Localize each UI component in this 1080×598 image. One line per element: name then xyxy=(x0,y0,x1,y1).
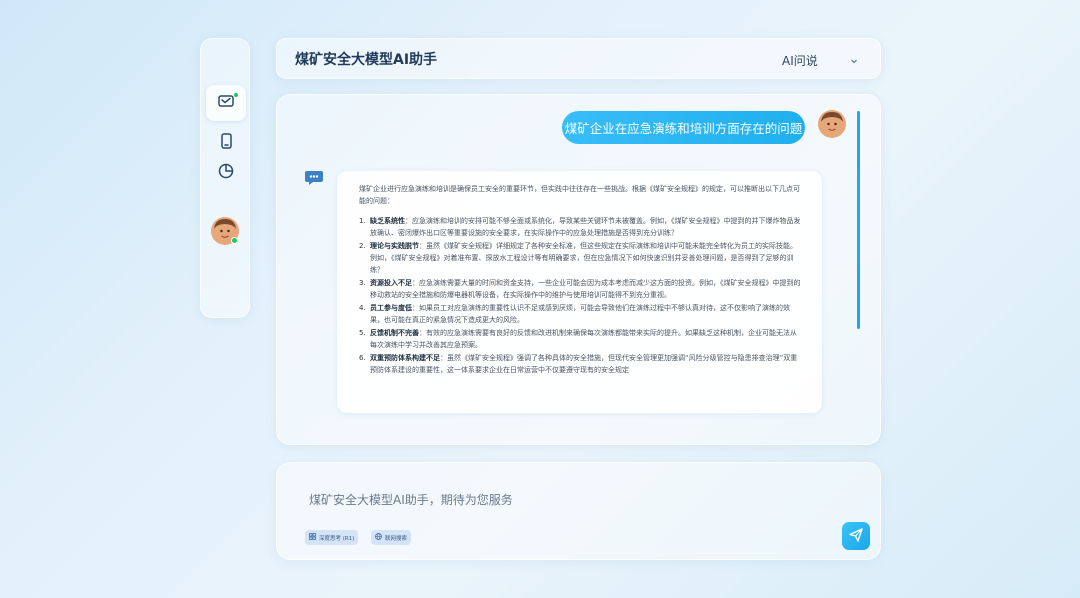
user-message-avatar xyxy=(818,110,846,138)
answer-item: 6. 双重预防体系构建不足：虽然《煤矿安全规程》强调了各种具体的安全措施，但现代安… xyxy=(359,354,798,374)
answer-item: 3. 资源投入不足：应急演练需要大量的时间和资金支持，一些企业可能会因为成本考虑而… xyxy=(359,279,801,299)
answer-item: 1. 缺乏系统性：应急演练和培训的安排可能不够全面或系统化，导致某些关键环节未被覆… xyxy=(359,217,801,237)
assistant-answer-card: 煤矿企业进行应急演练和培训是确保员工安全的重要环节，但实践中往往存在一些挑战。根… xyxy=(337,171,822,413)
globe-icon xyxy=(375,533,382,542)
web-search-label: 联网搜索 xyxy=(385,535,408,542)
header-bar: 煤矿安全大模型AI助手 AI问说 xyxy=(276,38,881,79)
deep-think-label: 深度思考 (R1) xyxy=(319,535,355,542)
pie-chart-icon xyxy=(217,162,235,184)
sidebar xyxy=(200,38,250,318)
user-message-bubble: 煤矿企业在应急演练和培训方面存在的问题 xyxy=(562,111,805,144)
chevron-down-icon[interactable] xyxy=(849,51,859,70)
answer-list: 1. 缺乏系统性：应急演练和培训的安排可能不够全面或系统化，导致某些关键环节未被覆… xyxy=(359,215,802,376)
deep-think-toggle[interactable]: 深度思考 (R1) xyxy=(305,530,359,545)
answer-item: 5. 反馈机制不完善：有效的应急演练需要有良好的反馈和改进机制来确保每次演练都能带… xyxy=(359,329,797,349)
sidebar-item-chat[interactable] xyxy=(206,85,246,121)
phone-icon xyxy=(217,132,235,154)
send-icon xyxy=(849,527,863,546)
send-button[interactable] xyxy=(842,522,870,550)
chat-scrollbar[interactable] xyxy=(857,111,860,329)
grid-icon xyxy=(309,533,316,542)
page-title: 煤矿安全大模型AI助手 xyxy=(295,51,438,68)
answer-intro: 煤矿企业进行应急演练和培训是确保员工安全的重要环节，但实践中往往存在一些挑战。根… xyxy=(359,185,800,205)
answer-item: 4. 员工参与度低：如果员工对应急演练的重要性认识不足或感到厌烦，可能会导致他们在… xyxy=(359,304,790,324)
message-input[interactable]: 煤矿安全大模型AI助手，期待为您服务 xyxy=(309,491,513,508)
notification-dot xyxy=(233,92,239,98)
online-status-dot xyxy=(231,237,238,244)
mode-select-label[interactable]: AI问说 xyxy=(782,52,818,69)
web-search-toggle[interactable]: 联网搜索 xyxy=(371,530,412,545)
answer-item: 2. 理论与实践脱节：虽然《煤矿安全规程》详细规定了各种安全标准，但这些规定在实际… xyxy=(359,242,797,274)
user-avatar[interactable] xyxy=(211,217,239,245)
chat-panel: 煤矿企业在应急演练和培训方面存在的问题 煤矿企业进行应急演练和培训是确保员工安全… xyxy=(276,94,881,445)
sidebar-item-stats[interactable] xyxy=(206,155,246,191)
assistant-chat-icon xyxy=(305,169,325,191)
message-input-panel[interactable]: 煤矿安全大模型AI助手，期待为您服务 深度思考 (R1) 联网搜索 xyxy=(276,462,881,560)
